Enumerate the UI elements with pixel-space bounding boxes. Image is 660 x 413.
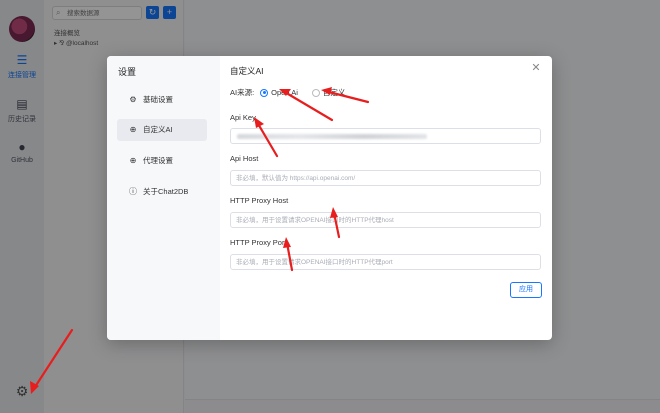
proxy-host-label: HTTP Proxy Host bbox=[230, 196, 289, 205]
proxy-port-label: HTTP Proxy Port bbox=[230, 238, 287, 247]
menu-item-basic[interactable]: ⚙ 基础设置 bbox=[117, 89, 207, 111]
section-title: 自定义AI bbox=[230, 66, 264, 76]
api-key-label: Api Key bbox=[230, 113, 256, 122]
apply-button[interactable]: 应用 bbox=[510, 282, 542, 298]
menu-item-about[interactable]: ⓘ 关于Chat2DB bbox=[117, 181, 207, 203]
menu-label: 自定义AI bbox=[143, 125, 173, 134]
api-host-field[interactable] bbox=[230, 170, 541, 186]
menu-label: 基础设置 bbox=[143, 95, 173, 104]
api-host-label: Api Host bbox=[230, 154, 259, 163]
settings-modal: 设置 ⚙ 基础设置 ⊕ 自定义AI ⊕ 代理设置 ⓘ 关于Chat2DB 自定义AI A… bbox=[107, 56, 552, 340]
menu-label: 关于Chat2DB bbox=[143, 187, 189, 196]
radio-label: Open Ai bbox=[271, 88, 298, 97]
globe-icon: ⊕ bbox=[129, 156, 137, 165]
info-icon: ⓘ bbox=[129, 187, 137, 196]
radio-dot bbox=[260, 88, 269, 97]
radio-openai[interactable]: Open Ai bbox=[260, 88, 298, 97]
menu-item-custom-ai[interactable]: ⊕ 自定义AI bbox=[117, 119, 207, 141]
proxy-port-field[interactable] bbox=[230, 254, 541, 270]
settings-content: 自定义AI AI来源: Open Ai 自定义 Api Key Api Host… bbox=[230, 56, 552, 340]
menu-item-proxy[interactable]: ⊕ 代理设置 bbox=[117, 150, 207, 172]
proxy-host-field[interactable] bbox=[230, 212, 541, 228]
modal-title: 设置 bbox=[118, 67, 137, 77]
ai-source-row: AI来源: Open Ai 自定义 bbox=[230, 87, 345, 98]
api-key-redacted-value bbox=[237, 134, 427, 139]
radio-label: 自定义 bbox=[322, 88, 346, 97]
gear-icon: ⚙ bbox=[129, 95, 137, 104]
radio-dot bbox=[311, 88, 320, 97]
api-key-field[interactable] bbox=[230, 128, 541, 144]
close-icon[interactable]: ✕ bbox=[530, 62, 542, 74]
api-host-input[interactable] bbox=[231, 171, 540, 185]
globe-icon: ⊕ bbox=[129, 125, 137, 134]
menu-label: 代理设置 bbox=[143, 156, 173, 165]
ai-source-label: AI来源: bbox=[230, 88, 255, 97]
radio-custom[interactable]: 自定义 bbox=[311, 87, 346, 98]
proxy-host-input[interactable] bbox=[231, 213, 540, 227]
settings-sidebar: 设置 ⚙ 基础设置 ⊕ 自定义AI ⊕ 代理设置 ⓘ 关于Chat2DB bbox=[107, 56, 220, 340]
proxy-port-input[interactable] bbox=[231, 255, 540, 269]
